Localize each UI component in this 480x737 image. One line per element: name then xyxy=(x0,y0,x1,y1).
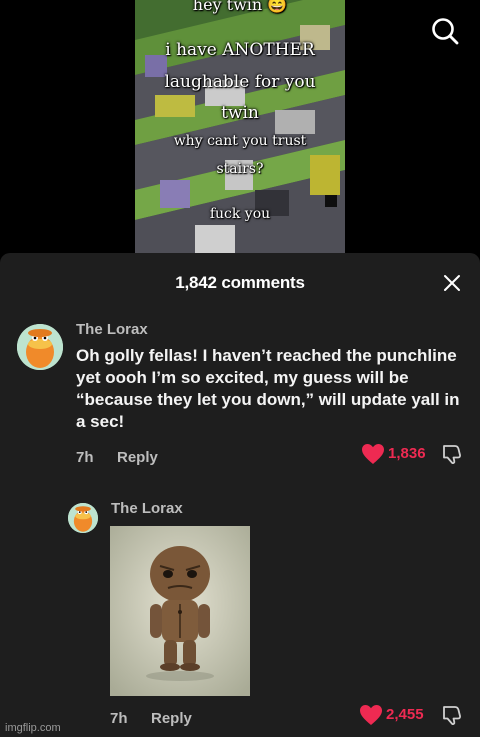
video-caption: twin xyxy=(221,103,259,123)
dislike-icon[interactable] xyxy=(442,443,464,465)
reply-button[interactable]: Reply xyxy=(151,710,192,727)
video-caption: why cant you trust xyxy=(173,133,307,149)
heart-icon[interactable] xyxy=(359,704,383,726)
avatar[interactable] xyxy=(17,324,63,370)
video-caption: fuck you xyxy=(209,206,271,222)
close-button[interactable] xyxy=(440,271,464,295)
video-caption: laughable for you xyxy=(164,72,316,92)
imgflip-watermark: imgflip.com xyxy=(5,722,61,734)
search-icon xyxy=(432,18,459,45)
avatar[interactable] xyxy=(68,503,98,533)
lorax-avatar-image xyxy=(68,503,98,533)
video-caption: i have ANOTHER xyxy=(165,40,315,60)
like-count: 1,836 xyxy=(388,445,426,462)
video-preview[interactable]: hey twin 😄 i have ANOTHER laughable for … xyxy=(135,0,345,253)
video-caption: stairs? xyxy=(216,161,264,177)
lorax-avatar-image xyxy=(17,324,63,370)
comment-time: 7h xyxy=(76,449,94,466)
close-icon xyxy=(444,275,460,291)
heart-icon[interactable] xyxy=(361,443,385,465)
like-count: 2,455 xyxy=(386,706,424,723)
search-button[interactable] xyxy=(428,14,464,50)
video-caption: hey twin 😄 xyxy=(192,0,288,14)
knitted-doll-image xyxy=(110,526,250,696)
dislike-icon[interactable] xyxy=(442,704,464,726)
comment-username[interactable]: The Lorax xyxy=(76,321,148,338)
comment-username[interactable]: The Lorax xyxy=(111,500,183,517)
comment-image[interactable] xyxy=(110,526,250,696)
comment-time: 7h xyxy=(110,710,128,727)
comment-text: Oh golly fellas! I haven’t reached the p… xyxy=(76,346,460,431)
comments-panel: 1,842 comments The Lorax Oh golly fellas… xyxy=(0,253,480,737)
comments-count-title: 1,842 comments xyxy=(175,273,305,292)
reply-button[interactable]: Reply xyxy=(117,449,158,466)
